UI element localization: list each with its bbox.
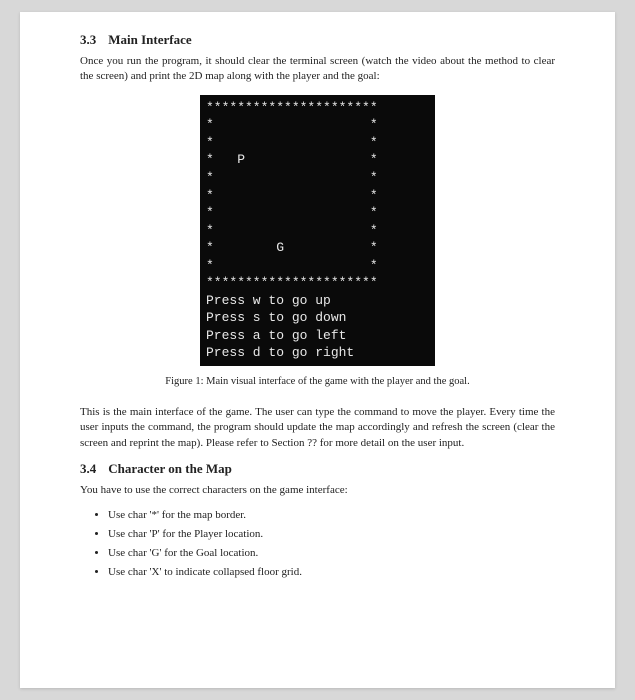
terminal-figure-wrap: ********************** * * * * * P * * *… <box>80 95 555 366</box>
section-number: 3.3 <box>80 32 96 48</box>
section-heading-3-3: 3.3 Main Interface <box>80 32 555 48</box>
list-item: Use char 'G' for the Goal location. <box>108 547 555 559</box>
list-item: Use char '*' for the map border. <box>108 509 555 521</box>
bullet-list: Use char '*' for the map border. Use cha… <box>108 509 555 578</box>
section2-intro: You have to use the correct characters o… <box>80 483 555 498</box>
section-heading-3-4: 3.4 Character on the Map <box>80 461 555 477</box>
figure-caption: Figure 1: Main visual interface of the g… <box>80 376 555 387</box>
list-item: Use char 'P' for the Player location. <box>108 528 555 540</box>
section-title: Character on the Map <box>108 461 232 476</box>
section-title: Main Interface <box>108 32 191 47</box>
section-after-text: This is the main interface of the game. … <box>80 405 555 451</box>
terminal-output: ********************** * * * * * P * * *… <box>200 95 435 366</box>
section-number: 3.4 <box>80 461 96 477</box>
list-item: Use char 'X' to indicate collapsed floor… <box>108 566 555 578</box>
document-page: 3.3 Main Interface Once you run the progr… <box>20 12 615 688</box>
section-intro-text: Once you run the program, it should clea… <box>80 54 555 85</box>
